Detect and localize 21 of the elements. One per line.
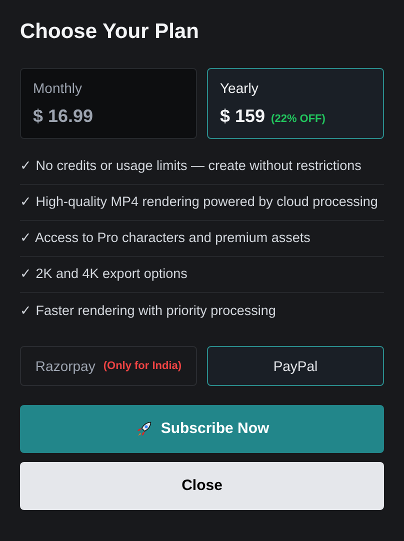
dialog-title: Choose Your Plan xyxy=(20,20,200,44)
feature-item: ✓ 2K and 4K export options xyxy=(20,265,188,284)
payment-name: Razorpay xyxy=(35,356,96,376)
feature-item: ✓ Access to Pro characters and premium assets xyxy=(20,229,310,248)
subscribe-button[interactable]: Subscribe Now xyxy=(20,405,384,453)
plan-option[interactable]: Monthly $ 16.99 xyxy=(20,68,197,139)
close-button[interactable]: Close xyxy=(20,462,384,510)
plan-name: Yearly xyxy=(220,78,260,98)
plan-price: $ 159 xyxy=(220,104,266,128)
feature-item: ✓ High-quality MP4 rendering powered by cloud processing xyxy=(20,193,378,212)
payment-option[interactable]: PayPal xyxy=(207,346,384,386)
feature-item: ✓ Faster rendering with priority processing xyxy=(20,302,276,320)
plan-option[interactable]: Yearly $ 159 (22% OFF) xyxy=(207,68,384,139)
payment-note: (Only for India) xyxy=(103,358,182,374)
plan-price: $ 16.99 xyxy=(33,104,94,128)
discount-label: (22% OFF) xyxy=(271,112,326,126)
payment-option[interactable]: Razorpay (Only for India) xyxy=(20,346,197,386)
plan-name: Monthly xyxy=(33,78,84,98)
payment-name: PayPal xyxy=(273,356,318,376)
feature-item: ✓ No credits or usage limits — create without restrictions xyxy=(20,157,362,176)
rocket-icon xyxy=(134,420,153,438)
